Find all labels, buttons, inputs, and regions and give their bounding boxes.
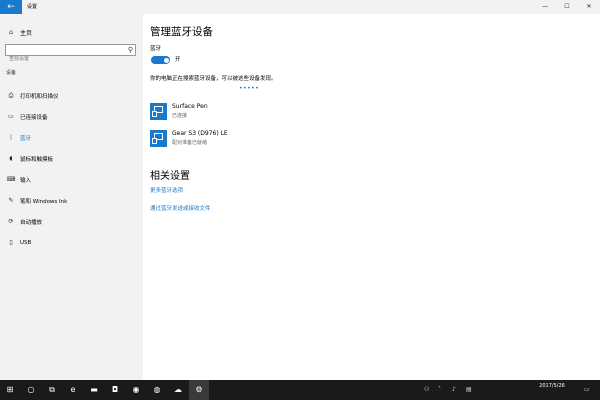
sidebar-item-autoplay[interactable]: ⟳ 自动播放 bbox=[0, 211, 143, 232]
cloud-app[interactable]: ☁ bbox=[168, 380, 188, 400]
device-surface-pen[interactable]: Surface Pen 已连接 bbox=[150, 102, 350, 124]
more-bluetooth-options-link[interactable]: 更多蓝牙选项 bbox=[150, 186, 183, 194]
sidebar-item-label: 输入 bbox=[20, 177, 32, 184]
wechat-app[interactable]: ◍ bbox=[147, 380, 167, 400]
edge-app[interactable]: e bbox=[63, 380, 83, 400]
sidebar-item-label: 蓝牙 bbox=[20, 135, 32, 142]
sidebar-item-label: 已连接设备 bbox=[20, 114, 48, 121]
sidebar-item-label: USB bbox=[20, 239, 32, 246]
autoplay-icon: ⟳ bbox=[8, 218, 14, 225]
sidebar-item-printer[interactable]: ⎙ 打印机和扫描仪 bbox=[0, 85, 143, 106]
sidebar-item-label: 打印机和扫描仪 bbox=[20, 93, 59, 100]
window-title: 设置 bbox=[27, 4, 38, 10]
related-settings-title: 相关设置 bbox=[150, 171, 190, 182]
sidebar-item-keyboard[interactable]: ⌨ 输入 bbox=[0, 169, 143, 190]
sidebar-item-usb[interactable]: ▯ USB bbox=[0, 232, 143, 253]
bluetooth-toggle[interactable] bbox=[151, 56, 170, 64]
sidebar-item-label: 笔和 Windows Ink bbox=[20, 198, 68, 205]
sidebar: ⌂ 主页 ⚲ 设备 ⎙ 打印机和扫描仪 ▭ 已连接设备 ᛒ 蓝牙 ◖ 鼠标和触摸板 ⌨ 输入 ✎ 笔和… bbox=[0, 14, 143, 380]
device-status: 已连接 bbox=[172, 113, 188, 119]
bluetooth-label: 蓝牙 bbox=[150, 46, 162, 52]
minimize-button[interactable]: — bbox=[534, 0, 556, 14]
toggle-knob bbox=[163, 57, 169, 63]
maximize-button[interactable]: ☐ bbox=[556, 0, 578, 14]
sidebar-item-mouse[interactable]: ◖ 鼠标和触摸板 bbox=[0, 148, 143, 169]
back-button[interactable]: ← bbox=[0, 0, 22, 14]
sidebar-item-bluetooth[interactable]: ᛒ 蓝牙 bbox=[0, 127, 143, 148]
task-view-button[interactable]: ⧉ bbox=[42, 380, 62, 400]
nav-home-label: 主页 bbox=[20, 29, 33, 37]
section-label-devices: 设备 bbox=[6, 70, 17, 76]
cortana-button[interactable]: ○ bbox=[21, 380, 41, 400]
bluetooth-icon: ᛒ bbox=[9, 134, 13, 141]
main-content: 管理蓝牙设备 蓝牙 开 你的电脑正在搜索蓝牙设备，可以被这些设备发现。 ••••… bbox=[143, 14, 600, 380]
page-title: 管理蓝牙设备 bbox=[150, 26, 213, 38]
taskbar: ⚇ ˄ ♪ ▤ 2017/5/26 ▭ ⊞ ○ ⧉ e ▬ ◘ ◉ ◍ ☁ ⚙ bbox=[0, 380, 600, 400]
sidebar-item-pen[interactable]: ✎ 笔和 Windows Ink bbox=[0, 190, 143, 211]
device-icon bbox=[150, 103, 167, 120]
keyboard-icon: ⌨ bbox=[6, 176, 16, 183]
store-app[interactable]: ◘ bbox=[105, 380, 125, 400]
usb-icon: ▯ bbox=[9, 239, 13, 246]
notification-icon[interactable]: ▭ bbox=[584, 380, 590, 400]
nav-home[interactable]: ⌂ 主页 bbox=[6, 26, 32, 38]
device-name: Gear S3 (D976) LE bbox=[172, 130, 228, 137]
toggle-state-text: 开 bbox=[175, 57, 181, 63]
home-icon: ⌂ bbox=[9, 28, 13, 36]
device-name: Surface Pen bbox=[172, 103, 208, 110]
search-icon[interactable]: ⚲ bbox=[128, 45, 133, 55]
search-box[interactable]: ⚲ bbox=[5, 44, 136, 64]
sidebar-item-connected-devices[interactable]: ▭ 已连接设备 bbox=[0, 106, 143, 127]
close-button[interactable]: ✕ bbox=[578, 0, 600, 14]
sidebar-item-label: 自动播放 bbox=[20, 219, 43, 226]
pen-icon: ✎ bbox=[8, 197, 14, 204]
printer-icon: ⎙ bbox=[8, 91, 14, 99]
network-icon[interactable]: ▤ bbox=[466, 380, 472, 400]
chevron-up-icon[interactable]: ˄ bbox=[438, 380, 441, 400]
title-bar: ← 设置 — ☐ ✕ bbox=[0, 0, 600, 14]
clock[interactable]: 2017/5/26 bbox=[532, 383, 572, 390]
device-status: 配对准备已就绪 bbox=[172, 140, 208, 146]
searching-text: 你的电脑正在搜索蓝牙设备，可以被这些设备发现。 bbox=[150, 76, 277, 82]
send-receive-files-link[interactable]: 通过蓝牙发送或接收文件 bbox=[150, 204, 211, 212]
volume-icon[interactable]: ♪ bbox=[452, 380, 456, 400]
settings-app[interactable]: ⚙ bbox=[189, 380, 209, 400]
start-button[interactable]: ⊞ bbox=[0, 380, 20, 400]
nav-list: ⎙ 打印机和扫描仪 ▭ 已连接设备 ᛒ 蓝牙 ◖ 鼠标和触摸板 ⌨ 输入 ✎ 笔和 Windows I… bbox=[0, 85, 143, 253]
device-gear-s3[interactable]: Gear S3 (D976) LE 配对准备已就绪 bbox=[150, 129, 350, 151]
sidebar-item-label: 鼠标和触摸板 bbox=[20, 156, 54, 163]
file-explorer-app[interactable]: ▬ bbox=[84, 380, 104, 400]
progress-dots: ••••• bbox=[239, 85, 260, 92]
clock-date: 2017/5/26 bbox=[539, 383, 565, 389]
connected-devices-icon: ▭ bbox=[8, 113, 14, 120]
people-icon[interactable]: ⚇ bbox=[424, 380, 429, 400]
search-input[interactable] bbox=[6, 54, 121, 64]
device-icon bbox=[150, 130, 167, 147]
browser-app[interactable]: ◉ bbox=[126, 380, 146, 400]
mouse-icon: ◖ bbox=[9, 155, 13, 162]
